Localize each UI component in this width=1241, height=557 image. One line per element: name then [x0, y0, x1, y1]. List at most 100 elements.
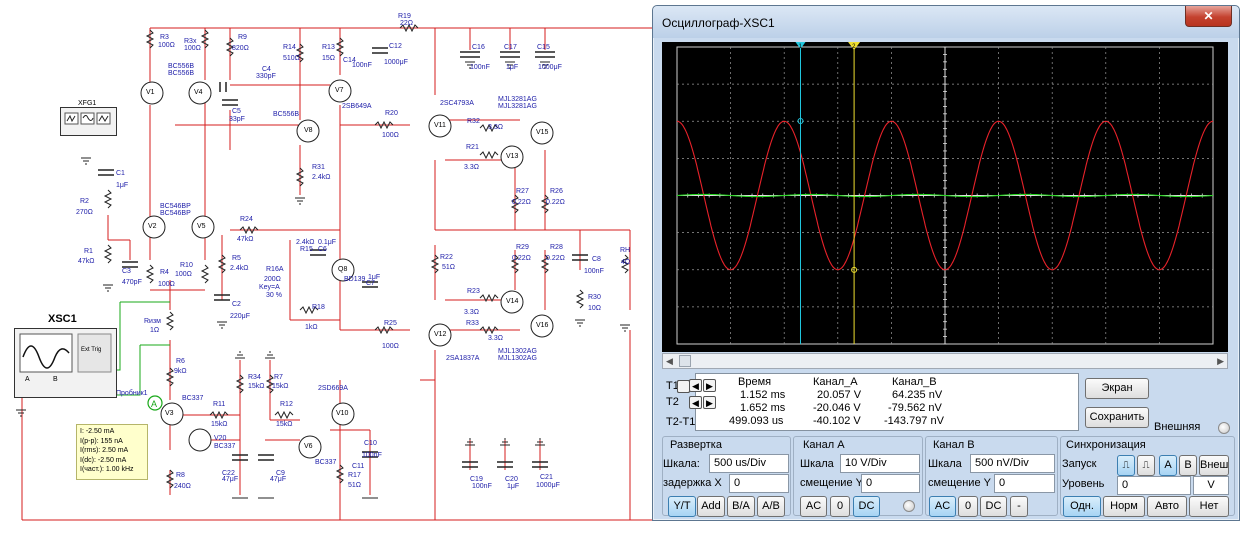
readout-t2-time: 1.652 ms — [740, 402, 786, 414]
probe-label: Пробник1 — [116, 390, 148, 397]
save-button[interactable]: Сохранить — [1085, 407, 1149, 428]
label-R18: R18 — [312, 304, 325, 311]
oscilloscope-xsc1-symbol[interactable]: Ext Trig A B — [14, 328, 117, 398]
value-C9: 47μF — [270, 476, 287, 483]
scroll-right-icon[interactable]: ▶ — [1217, 356, 1224, 367]
value-R30: 10Ω — [588, 305, 602, 312]
channel-a-ac-button[interactable]: AC — [800, 496, 827, 517]
value-C22: 47μF — [222, 476, 239, 483]
scroll-thumb[interactable] — [679, 355, 691, 367]
trigger-source-a-button[interactable]: A — [1159, 455, 1177, 476]
sweep-scale-field[interactable]: 500 us/Div — [709, 454, 789, 473]
value-R23: 3.3Ω — [464, 309, 479, 316]
channel-b-title: Канал В — [933, 439, 975, 451]
t2-right-icon[interactable]: ▶ — [703, 396, 716, 409]
channel-b-scale-field[interactable]: 500 nV/Div — [970, 454, 1055, 473]
mode-ab-button[interactable]: A/B — [757, 496, 785, 517]
value-Rizm: 1Ω — [150, 327, 160, 334]
label-V11: V11 — [434, 122, 446, 129]
mode-ba-button[interactable]: B/A — [727, 496, 755, 517]
channel-b-ac-button[interactable]: AC — [929, 496, 956, 517]
channel-b-scale-label: Шкала — [928, 458, 962, 470]
label-V16: V16 — [536, 322, 549, 329]
value-R3: 100Ω — [158, 42, 175, 49]
value-C6: 0.1μF — [318, 239, 337, 246]
label-R31: R31 — [312, 164, 325, 171]
screen-button[interactable]: Экран — [1085, 378, 1149, 399]
label-R16A: R16A — [266, 266, 284, 273]
value-C12: 1000μF — [384, 59, 408, 66]
channel-a-led — [903, 500, 915, 512]
value-C5: 33pF — [229, 116, 245, 123]
model-V1b: BC556B — [168, 70, 195, 77]
channel-b-offset-label: смещение Y — [928, 477, 991, 489]
label-R5: R5 — [232, 255, 241, 262]
channel-b-zero-button[interactable]: 0 — [958, 496, 978, 517]
value-C4: 330pF — [256, 73, 276, 80]
value-C2: 220μF — [230, 313, 250, 320]
value-C17: 1μF — [506, 64, 519, 71]
channel-b-dc-button[interactable]: DC — [980, 496, 1007, 517]
label-C20: C20 — [505, 476, 518, 483]
trigger-source-ext-button[interactable]: Внеш — [1199, 455, 1229, 476]
model-V16: MJL1302AG — [498, 348, 537, 355]
window-title: Осциллограф-XSC1 — [662, 16, 775, 30]
sweep-delay-field[interactable]: 0 — [729, 474, 789, 493]
oscilloscope-screen[interactable]: 12 — [662, 42, 1228, 352]
t1-left-icon[interactable]: ◀ — [689, 379, 702, 392]
readout-t2-b: -79.562 nV — [888, 402, 942, 414]
model-V5: BC546BP — [160, 210, 191, 217]
model-V15: MJL3281AG — [498, 96, 537, 103]
mode-add-button[interactable]: Add — [697, 496, 725, 517]
trigger-source-b-button[interactable]: B — [1179, 455, 1197, 476]
label-R12: R12 — [280, 401, 293, 408]
t1-right-icon[interactable]: ▶ — [703, 379, 716, 392]
label-R26: R26 — [550, 188, 563, 195]
close-button[interactable]: ✕ — [1185, 6, 1232, 27]
model-Q8: BD139 — [344, 276, 366, 283]
window-titlebar[interactable]: Осциллограф-XSC1 ✕ — [653, 6, 1239, 38]
sweep-scale-label: Шкала: — [663, 458, 700, 470]
t2-left-icon[interactable]: ◀ — [689, 396, 702, 409]
channel-b-offset-field[interactable]: 0 — [994, 474, 1055, 493]
trigger-none-button[interactable]: Нет — [1189, 496, 1229, 517]
channel-a-offset-field[interactable]: 0 — [861, 474, 920, 493]
function-generator-xfg1[interactable] — [60, 107, 117, 136]
label-RH: RH — [620, 247, 631, 254]
label-V5: V5 — [197, 223, 206, 230]
scroll-left-icon[interactable]: ◀ — [666, 356, 673, 367]
model-V12: 2SA1837A — [446, 355, 480, 362]
model-V13: MJL3281AG — [498, 103, 537, 110]
label-C8: C8 — [592, 256, 601, 263]
trigger-falling-edge-icon[interactable]: ⎍ — [1137, 455, 1155, 476]
model-V8: BC556B — [273, 111, 300, 118]
label-C15: C15 — [537, 44, 550, 51]
trigger-rising-edge-icon[interactable]: ⎍ — [1117, 455, 1135, 476]
screen-scrollbar[interactable]: ◀ ▶ — [662, 353, 1228, 369]
value-C21: 1000μF — [536, 482, 560, 489]
trigger-normal-button[interactable]: Норм — [1103, 496, 1145, 517]
channel-b-invert-button[interactable]: - — [1010, 496, 1028, 517]
trigger-single-button[interactable]: Одн. — [1063, 496, 1101, 517]
trigger-title: Синхронизация — [1066, 439, 1146, 451]
model-V3: BC337 — [182, 395, 204, 402]
label-V3: V3 — [165, 410, 174, 417]
channel-a-zero-button[interactable]: 0 — [830, 496, 850, 517]
value-R7: 15kΩ — [272, 383, 289, 390]
channel-a-scale-field[interactable]: 10 V/Div — [840, 454, 920, 473]
readout-diff-a: -40.102 V — [813, 415, 861, 427]
channel-a-title: Канал А — [803, 439, 845, 451]
value-R19: 22Ω — [400, 20, 414, 27]
probe-freq: I(част.): 1.00 kHz — [80, 466, 134, 473]
trigger-auto-button[interactable]: Авто — [1147, 496, 1187, 517]
trigger-level-field[interactable]: 0 — [1117, 476, 1191, 495]
value-R34: 15kΩ — [248, 383, 265, 390]
label-C16: C16 — [472, 44, 485, 51]
value-R29: 0.22Ω — [512, 255, 531, 262]
mode-yt-button[interactable]: Y/T — [668, 496, 696, 517]
model-V14: MJL1302AG — [498, 355, 537, 362]
label-V8: V8 — [304, 127, 313, 134]
trigger-level-unit[interactable]: V — [1193, 476, 1229, 495]
label-R32: R32 — [467, 118, 480, 125]
channel-a-dc-button[interactable]: DC — [853, 496, 880, 517]
